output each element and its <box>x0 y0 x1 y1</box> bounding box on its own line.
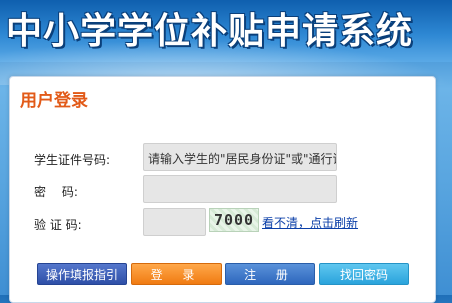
login-panel: 用户登录 学生证件号码: 请输入学生的"居民身份证"或"通行证 密 码: 验 证… <box>9 76 436 303</box>
refresh-captcha-link[interactable]: 看不清，点击刷新 <box>262 214 358 231</box>
guide-button[interactable]: 操作填报指引 <box>37 263 127 285</box>
student-id-input[interactable]: 请输入学生的"居民身份证"或"通行证 <box>143 143 337 171</box>
student-id-label: 学生证件号码: <box>34 153 111 167</box>
recover-password-button[interactable]: 找回密码 <box>319 263 409 285</box>
login-button[interactable]: 登 录 <box>131 263 222 285</box>
captcha-label: 验 证 码: <box>34 218 82 232</box>
page-title: 中小学学位补贴申请系统 <box>6 11 414 52</box>
login-title: 用户登录 <box>20 91 88 111</box>
password-label: 密 码: <box>34 185 78 199</box>
captcha-input[interactable] <box>143 208 206 236</box>
password-input[interactable] <box>143 175 337 203</box>
register-button[interactable]: 注 册 <box>225 263 315 285</box>
captcha-image[interactable]: 7000 <box>209 208 259 232</box>
